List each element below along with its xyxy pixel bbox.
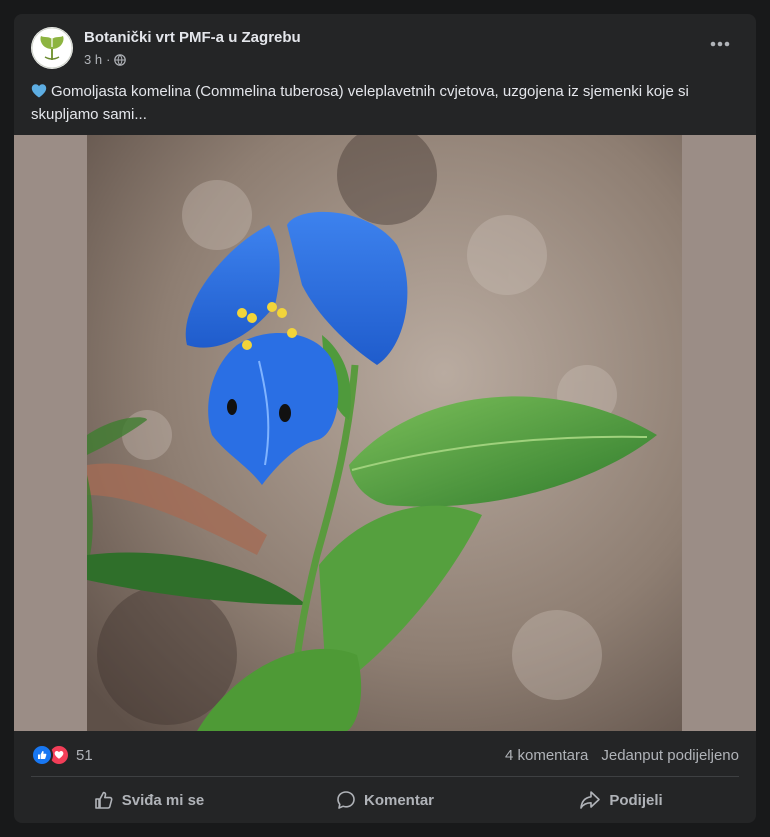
reactions-stats-row: 51 4 komentara Jedanput podijeljeno: [31, 743, 739, 767]
more-options-button[interactable]: [702, 32, 738, 56]
ginkgo-logo-icon: [31, 27, 73, 69]
comment-button[interactable]: Komentar: [267, 782, 503, 818]
blue-heart-icon: [31, 84, 47, 98]
comment-bubble-icon: [337, 791, 355, 809]
share-arrow-icon: [580, 791, 601, 809]
share-button[interactable]: Podijeli: [503, 782, 739, 818]
post-header: Botanički vrt PMF-a u Zagrebu 3 h ·: [14, 14, 756, 76]
post-time[interactable]: 3 h: [84, 52, 102, 67]
comments-count-link[interactable]: 4 komentara: [505, 747, 588, 764]
share-button-label: Podijeli: [609, 791, 663, 809]
post-actions-bar: Sviđa mi se Komentar Podijeli: [31, 782, 739, 818]
flower-photo-image: [87, 135, 682, 731]
avatar[interactable]: [31, 27, 73, 69]
like-button-label: Sviđa mi se: [121, 791, 205, 809]
page-name[interactable]: Botanički vrt PMF-a u Zagrebu: [84, 29, 301, 46]
engagement-counts: 4 komentara Jedanput podijeljeno: [505, 747, 739, 764]
post-text-content: Gomoljasta komelina (Commelina tuberosa)…: [31, 83, 689, 123]
more-dots-icon: [710, 41, 730, 47]
post-meta: 3 h ·: [84, 52, 127, 67]
shares-count-link[interactable]: Jedanput podijeljeno: [601, 747, 739, 764]
post-photo-frame[interactable]: [14, 135, 756, 731]
post-photo[interactable]: [87, 135, 682, 731]
comment-button-label: Komentar: [363, 791, 434, 809]
post-card: Botanički vrt PMF-a u Zagrebu 3 h · Gomo…: [14, 14, 756, 823]
post-text: Gomoljasta komelina (Commelina tuberosa)…: [31, 80, 746, 126]
like-icon: [31, 744, 53, 766]
thumbs-up-icon: [94, 791, 113, 809]
divider: [31, 776, 739, 777]
reactions-summary[interactable]: 51: [31, 744, 93, 766]
globe-icon: [114, 53, 127, 66]
like-button[interactable]: Sviđa mi se: [31, 782, 267, 818]
reaction-count: 51: [76, 746, 93, 764]
